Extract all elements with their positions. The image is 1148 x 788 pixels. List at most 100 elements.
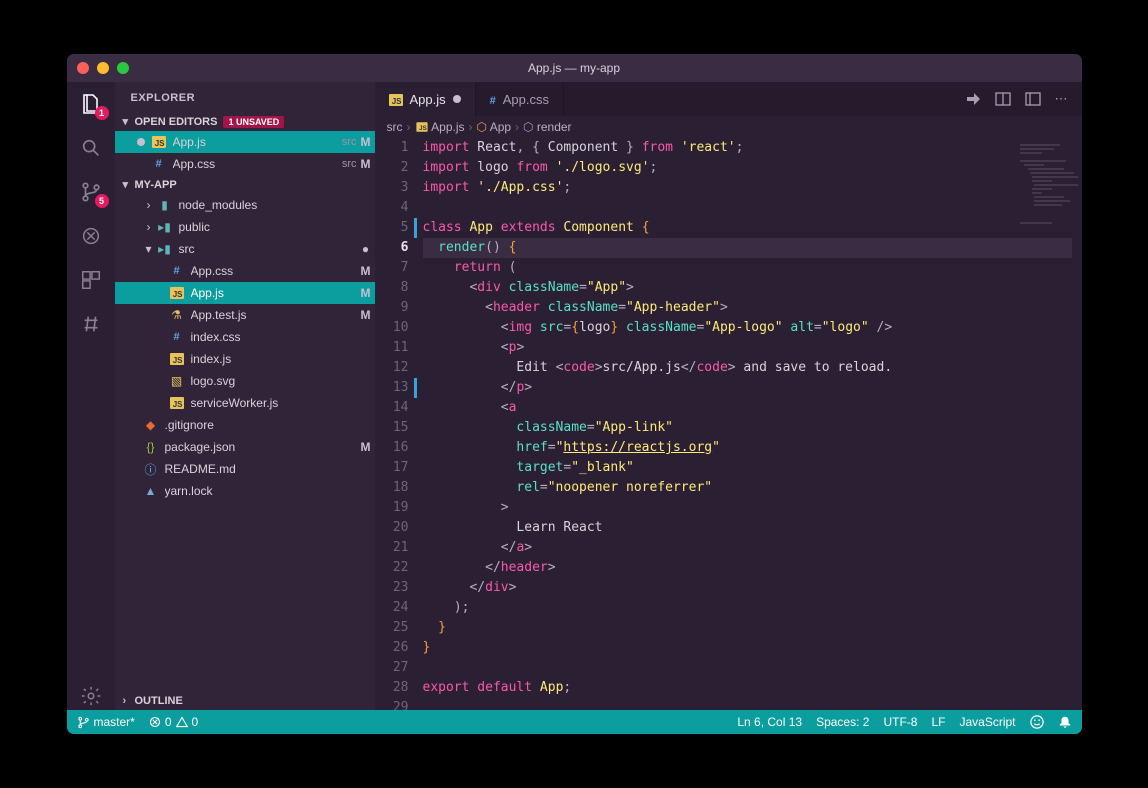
sidebar: EXPLORER ▾ OPEN EDITORS 1 UNSAVED JSApp.… (115, 82, 375, 710)
minimap[interactable] (1018, 142, 1078, 242)
tree-item-src[interactable]: ▾▸▮src● (115, 238, 375, 260)
breadcrumb-item[interactable]: ⬡ render (523, 120, 572, 134)
more-icon[interactable]: ⋯ (1055, 91, 1068, 107)
code-line[interactable]: <p> (423, 338, 1072, 358)
status-eol[interactable]: LF (931, 715, 945, 729)
breadcrumb-item[interactable]: ⬡ App (477, 120, 512, 134)
code-line[interactable]: <div className="App"> (423, 278, 1072, 298)
breadcrumb[interactable]: src›JS App.js›⬡ App›⬡ render (375, 116, 1082, 138)
code-line[interactable]: > (423, 498, 1072, 518)
line-number: 18 (375, 478, 409, 498)
status-position[interactable]: Ln 6, Col 13 (737, 715, 802, 729)
code-editor[interactable]: 1234567891011121314151617181920212223242… (375, 138, 1082, 710)
activity-tag[interactable] (77, 310, 105, 338)
status-problems[interactable]: 0 0 (149, 715, 198, 729)
line-number: 1 (375, 138, 409, 158)
code-line[interactable]: return ( (423, 258, 1072, 278)
code-line[interactable]: Learn React (423, 518, 1072, 538)
tree-item-readme-md[interactable]: ⓘREADME.md (115, 458, 375, 480)
tree-item-app-css[interactable]: #App.cssM (115, 260, 375, 282)
code-line[interactable] (423, 698, 1072, 710)
tree-item-app-js[interactable]: JSApp.jsM (115, 282, 375, 304)
code-line[interactable]: <img src={logo} className="App-logo" alt… (423, 318, 1072, 338)
activity-debug[interactable] (77, 222, 105, 250)
breadcrumb-item[interactable]: JS App.js (415, 120, 465, 134)
open-editors-header[interactable]: ▾ OPEN EDITORS 1 UNSAVED (115, 112, 375, 131)
code-line[interactable]: export default App; (423, 678, 1072, 698)
status-encoding[interactable]: UTF-8 (883, 715, 917, 729)
tree-item-node_modules[interactable]: ›▮node_modules (115, 194, 375, 216)
code-line[interactable]: rel="noopener noreferrer" (423, 478, 1072, 498)
minimize-button[interactable] (97, 62, 109, 74)
code-line[interactable]: </header> (423, 558, 1072, 578)
code-line[interactable]: import logo from './logo.svg'; (423, 158, 1072, 178)
activity-settings[interactable] (77, 682, 105, 710)
activity-scm[interactable]: 5 (77, 178, 105, 206)
scm-badge: 5 (95, 194, 109, 208)
tree-item-index-js[interactable]: JSindex.js (115, 348, 375, 370)
code-content[interactable]: import React, { Component } from 'react'… (423, 138, 1082, 710)
code-line[interactable]: href="https://reactjs.org" (423, 438, 1072, 458)
code-line[interactable] (423, 198, 1072, 218)
tree-item--gitignore[interactable]: ◆.gitignore (115, 414, 375, 436)
zoom-button[interactable] (117, 62, 129, 74)
status-language[interactable]: JavaScript (959, 715, 1015, 729)
status-branch[interactable]: master* (77, 715, 135, 729)
activity-explorer[interactable]: 1 (77, 90, 105, 118)
search-icon (80, 137, 102, 159)
open-editor-app.css[interactable]: #App.csssrcM (115, 153, 375, 175)
status-bell[interactable] (1058, 715, 1072, 729)
code-line[interactable]: ); (423, 598, 1072, 618)
project-header[interactable]: ▾ MY-APP (115, 175, 375, 194)
activity-extensions[interactable] (77, 266, 105, 294)
close-button[interactable] (77, 62, 89, 74)
split-icon[interactable] (995, 91, 1011, 107)
status-feedback[interactable] (1030, 715, 1044, 729)
code-line[interactable]: render() { (423, 238, 1072, 258)
layout-icon[interactable] (1025, 91, 1041, 107)
code-line[interactable]: </p> (423, 378, 1072, 398)
file-icon: JS (169, 287, 185, 299)
code-line[interactable]: className="App-link" (423, 418, 1072, 438)
code-line[interactable]: import React, { Component } from 'react'… (423, 138, 1072, 158)
extensions-icon (80, 269, 102, 291)
bug-icon (80, 225, 102, 247)
file-dir: src (342, 158, 357, 170)
tree-item-index-css[interactable]: #index.css (115, 326, 375, 348)
file-icon: ▧ (169, 374, 185, 388)
tab-app-css[interactable]: #App.css (476, 82, 564, 116)
tab-label: App.js (410, 92, 446, 107)
code-line[interactable]: } (423, 618, 1072, 638)
line-number: 17 (375, 458, 409, 478)
line-number: 24 (375, 598, 409, 618)
activity-search[interactable] (77, 134, 105, 162)
status-spaces[interactable]: Spaces: 2 (816, 715, 869, 729)
code-line[interactable]: Edit <code>src/App.js</code> and save to… (423, 358, 1072, 378)
compare-icon[interactable] (965, 91, 981, 107)
tree-item-serviceworker-js[interactable]: JSserviceWorker.js (115, 392, 375, 414)
titlebar[interactable]: App.js — my-app (67, 54, 1082, 82)
file-status: M (357, 440, 375, 454)
code-line[interactable]: } (423, 638, 1072, 658)
code-line[interactable] (423, 658, 1072, 678)
outline-header[interactable]: › OUTLINE (115, 692, 375, 710)
code-line[interactable]: <a (423, 398, 1072, 418)
tree-item-package-json[interactable]: {}package.jsonM (115, 436, 375, 458)
tab-app-js[interactable]: JSApp.js (375, 82, 476, 116)
twisty-icon: ▾ (143, 242, 155, 256)
bell-icon (1058, 715, 1072, 729)
breadcrumb-item[interactable]: src (387, 120, 403, 134)
code-line[interactable]: target="_blank" (423, 458, 1072, 478)
code-line[interactable]: import './App.css'; (423, 178, 1072, 198)
tree-item-app-test-js[interactable]: ⚗App.test.jsM (115, 304, 375, 326)
code-line[interactable]: <header className="App-header"> (423, 298, 1072, 318)
tree-item-public[interactable]: ›▸▮public (115, 216, 375, 238)
line-number: 9 (375, 298, 409, 318)
code-line[interactable]: </div> (423, 578, 1072, 598)
file-icon: ⓘ (143, 461, 159, 478)
tree-item-yarn-lock[interactable]: ▲yarn.lock (115, 480, 375, 502)
tree-item-logo-svg[interactable]: ▧logo.svg (115, 370, 375, 392)
open-editor-app.js[interactable]: JSApp.jssrcM (115, 131, 375, 153)
code-line[interactable]: class App extends Component { (423, 218, 1072, 238)
code-line[interactable]: </a> (423, 538, 1072, 558)
